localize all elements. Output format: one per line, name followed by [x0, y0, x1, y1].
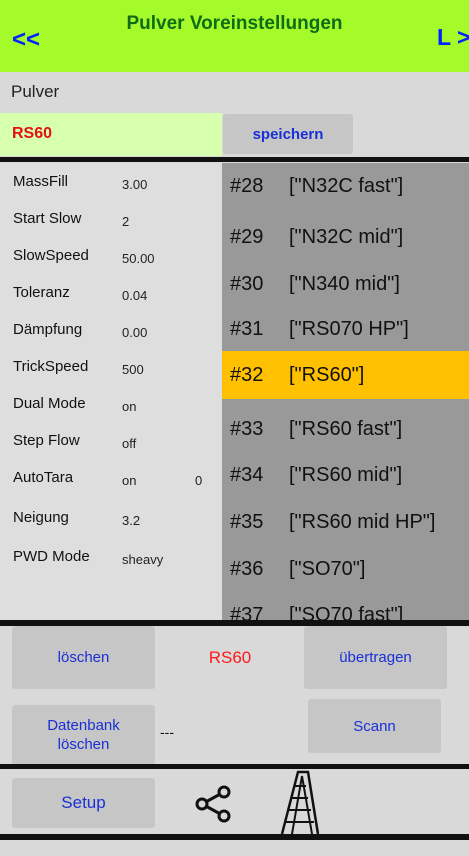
list-item-name: ["SO70"]: [289, 558, 366, 580]
param-label: TrickSpeed: [13, 358, 89, 375]
list-item-number: #37: [230, 604, 264, 620]
param-row-slowspeed[interactable]: SlowSpeed 50.00: [0, 243, 222, 273]
list-item[interactable]: #29 ["N32C mid"]: [222, 215, 469, 259]
param-value: on: [122, 473, 137, 488]
list-item-number: #36: [230, 558, 264, 580]
param-row-pwd-mode[interactable]: PWD Mode sheavy: [0, 544, 222, 574]
param-row-toleranz[interactable]: Toleranz 0.04: [0, 280, 222, 310]
list-item-number: #32: [230, 364, 264, 386]
param-value: 3.00: [122, 177, 148, 192]
bottom-bar: [0, 840, 469, 856]
param-row-dual-mode[interactable]: Dual Mode on: [0, 391, 222, 421]
page-title: Pulver Voreinstellungen: [126, 13, 343, 34]
list-item[interactable]: #28 ["N32C fast"]: [222, 164, 469, 208]
powder-name-value: RS60: [12, 125, 53, 142]
scan-button[interactable]: Scann: [308, 699, 441, 753]
divider: [0, 157, 469, 162]
powder-list[interactable]: #28 ["N32C fast"] #29 ["N32C mid"] #30 […: [222, 163, 469, 620]
list-item-name: ["N32C mid"]: [289, 226, 404, 248]
param-label: SlowSpeed: [13, 247, 89, 264]
param-row-start-slow[interactable]: Start Slow 2: [0, 206, 222, 236]
list-item-name: ["RS60 mid HP"]: [289, 511, 436, 533]
param-value: 0.00: [122, 325, 148, 340]
divider: [0, 764, 469, 769]
list-item-name: ["SO70 fast"]: [289, 604, 404, 620]
param-row-massfill[interactable]: MassFill 3.00: [0, 169, 222, 199]
param-label: PWD Mode: [13, 548, 90, 565]
list-item-name: ["RS60 fast"]: [289, 418, 403, 440]
param-label: Dämpfung: [13, 321, 83, 338]
list-item[interactable]: #33 ["RS60 fast"]: [222, 407, 469, 451]
param-row-autotara[interactable]: AutoTara on 0: [0, 465, 222, 495]
list-item-name: ["RS60 mid"]: [289, 464, 403, 486]
share-icon[interactable]: [192, 781, 236, 825]
pulver-label: Pulver: [11, 82, 60, 101]
next-button[interactable]: L >: [437, 24, 469, 51]
param-value: 50.00: [122, 251, 155, 266]
param-value: 0.04: [122, 288, 148, 303]
setup-button[interactable]: Setup: [12, 778, 155, 828]
param-row-daempfung[interactable]: Dämpfung 0.00: [0, 317, 222, 347]
param-label: Neigung: [13, 509, 69, 526]
list-item-name: ["N340 mid"]: [289, 273, 400, 295]
list-item-selected[interactable]: #32 ["RS60"]: [222, 351, 469, 399]
app-screen: << Pulver Voreinstellungen L > Pulver RS…: [0, 0, 469, 856]
param-value: 2: [122, 214, 130, 229]
param-label: Toleranz: [13, 284, 70, 301]
header-bar: << Pulver Voreinstellungen L >: [0, 0, 469, 72]
param-row-neigung[interactable]: Neigung 3.2: [0, 505, 222, 535]
list-item[interactable]: #30 ["N340 mid"]: [222, 262, 469, 306]
list-item-number: #31: [230, 318, 264, 340]
param-label: Start Slow: [13, 210, 82, 227]
delete-button[interactable]: löschen: [12, 626, 155, 689]
transfer-button[interactable]: übertragen: [304, 626, 447, 689]
list-item-name: ["RS60"]: [289, 364, 365, 386]
save-button[interactable]: speichern: [223, 114, 353, 154]
param-label: AutoTara: [13, 469, 74, 486]
param-row-trickspeed[interactable]: TrickSpeed 500: [0, 354, 222, 384]
param-label: Dual Mode: [13, 395, 86, 412]
param-label: Step Flow: [13, 432, 80, 449]
param-extra-value: 0: [195, 473, 203, 488]
ladder-icon[interactable]: [278, 770, 324, 836]
param-value: 500: [122, 362, 144, 377]
delete-database-button[interactable]: Datenbank löschen: [12, 705, 155, 765]
param-value: off: [122, 436, 137, 451]
param-row-step-flow[interactable]: Step Flow off: [0, 428, 222, 458]
list-item-number: #28: [230, 175, 264, 197]
status-text: ---: [160, 724, 174, 740]
parameter-panel: MassFill 3.00 Start Slow 2 SlowSpeed 50.…: [0, 163, 222, 620]
param-value: 3.2: [122, 513, 141, 528]
list-item-name: ["RS070 HP"]: [289, 318, 409, 340]
list-item[interactable]: #36 ["SO70"]: [222, 547, 469, 591]
list-item-number: #35: [230, 511, 264, 533]
current-powder-label: RS60: [208, 648, 252, 667]
param-label: MassFill: [13, 173, 68, 190]
list-item-number: #33: [230, 418, 264, 440]
list-item-number: #34: [230, 464, 264, 486]
list-item-number: #30: [230, 273, 264, 295]
list-item[interactable]: #31 ["RS070 HP"]: [222, 307, 469, 351]
list-item[interactable]: #34 ["RS60 mid"]: [222, 453, 469, 497]
param-value: on: [122, 399, 137, 414]
list-item-number: #29: [230, 226, 264, 248]
list-item-name: ["N32C fast"]: [289, 175, 404, 197]
powder-name-input[interactable]: RS60: [0, 113, 222, 156]
list-item[interactable]: #35 ["RS60 mid HP"]: [222, 500, 469, 544]
param-value: sheavy: [122, 552, 164, 567]
list-item[interactable]: #37 ["SO70 fast"]: [222, 593, 469, 620]
